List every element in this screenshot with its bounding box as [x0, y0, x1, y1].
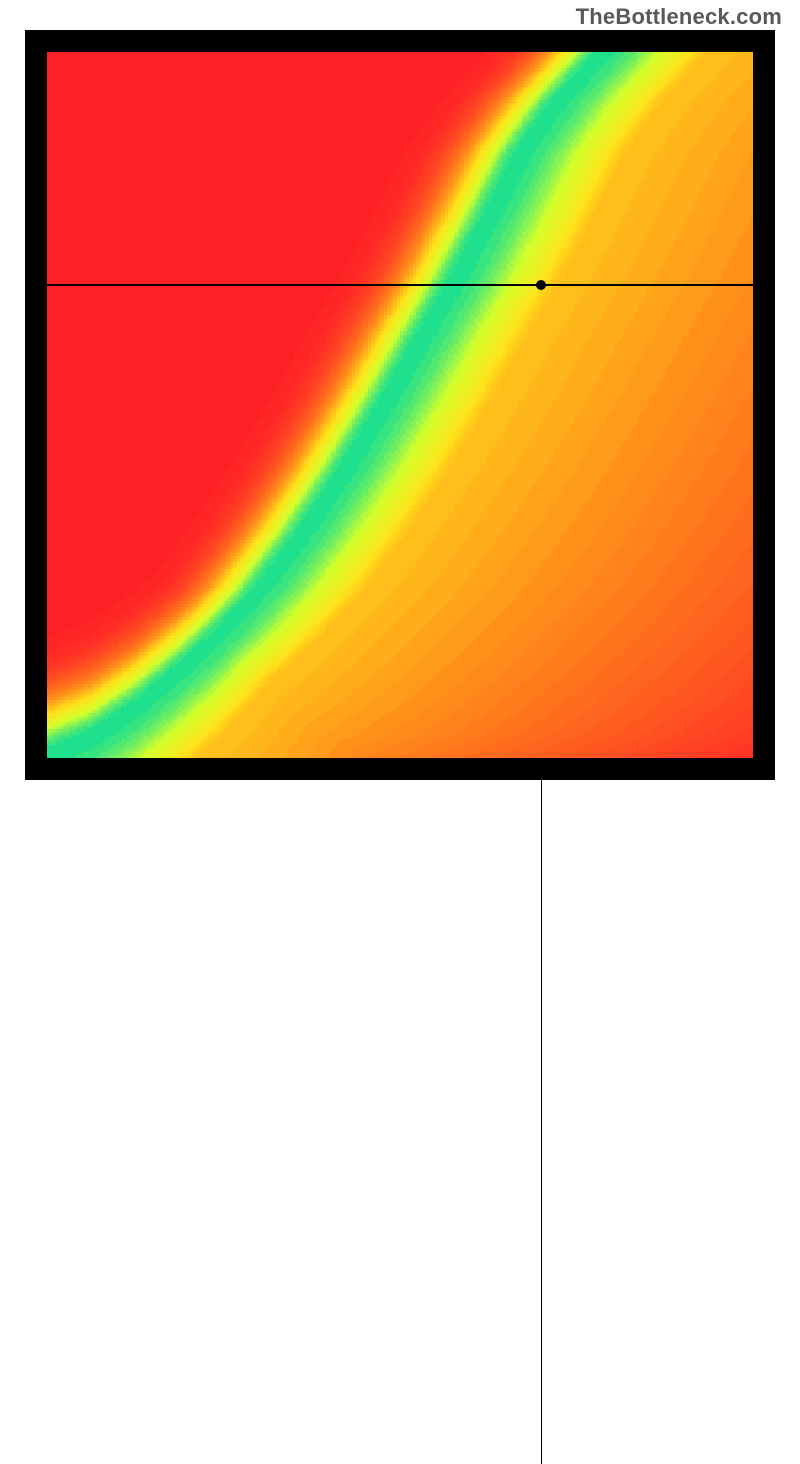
chart-container: TheBottleneck.com	[0, 0, 800, 800]
watermark-text: TheBottleneck.com	[576, 4, 782, 30]
plot-outer-frame	[25, 30, 775, 780]
crosshair-vertical	[541, 758, 543, 1464]
plot-area[interactable]	[47, 52, 753, 758]
heatmap-canvas	[47, 52, 753, 758]
